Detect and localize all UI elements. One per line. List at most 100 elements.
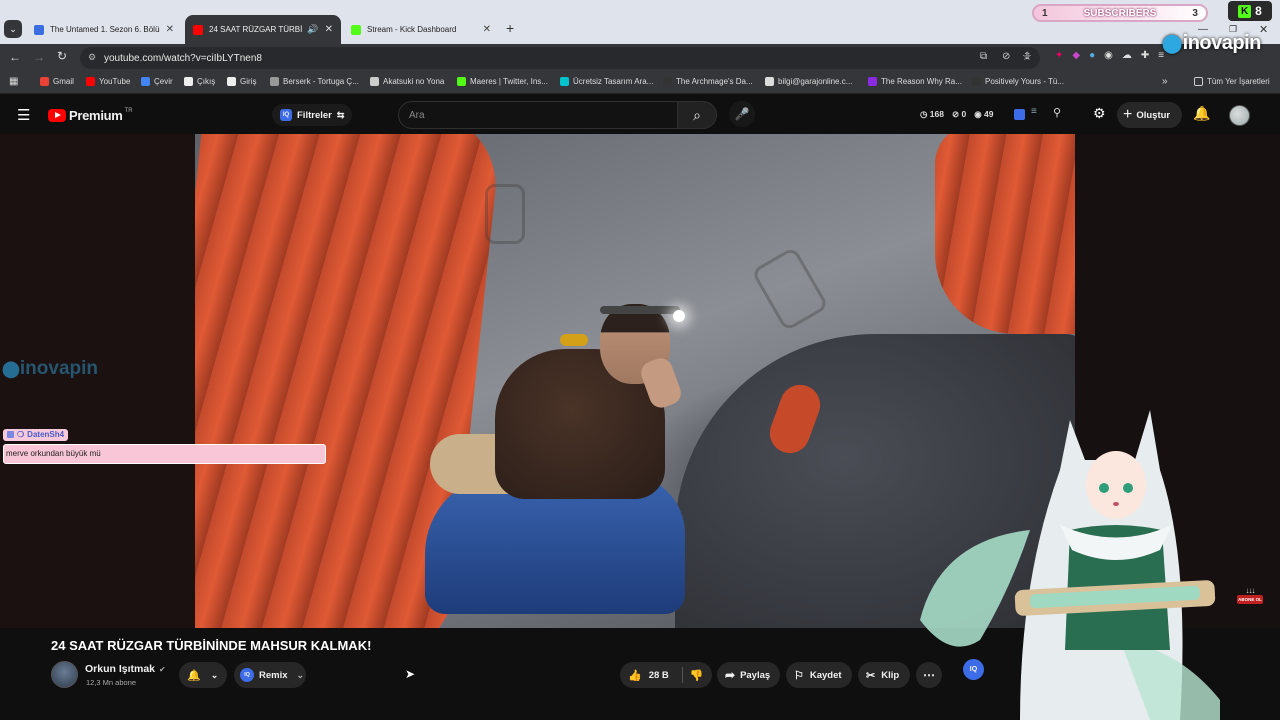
bookmark-item[interactable]: Çıkış [184,77,215,86]
address-bar[interactable]: ⚙ youtube.com/watch?v=ciIbLYTnen8 ⧉ ⊘ ⇪ [80,47,1040,69]
mic-icon[interactable]: 🎤 [729,101,755,127]
url-text: youtube.com/watch?v=ciIbLYTnen8 [104,52,262,64]
bookmarks-bar: ▦ Gmail YouTube Çevir Çıkış Giriş Berserk - T… [0,72,1280,94]
tab-video-active[interactable]: 24 SAAT RÜZGAR TÜRBİNİNDE 🔊 ✕ [185,15,341,44]
bookmark-favicon-icon [40,77,49,86]
country-code: TR [124,107,133,114]
hamburger-menu-icon[interactable]: ☰ [17,106,30,124]
save-button[interactable]: ⚐ Kaydet [786,662,852,688]
bookmark-item[interactable]: bilgi@garajonline.c... [765,77,852,86]
mouse-cursor-icon: ➤ [405,667,416,681]
channel-name[interactable]: Orkun Işıtmak [85,663,155,675]
inovapin-text: inovapin [1182,32,1262,54]
puzzle-icon[interactable]: ✚ [1141,50,1149,61]
extension-icon[interactable]: ◉ [1104,50,1113,61]
bookmark-item[interactable]: The Reason Why Ra... [868,77,962,86]
chat-message-text: merve orkundan büyük mü [6,449,101,458]
settings-gear-icon[interactable]: ⚙ [1093,105,1106,122]
apps-grid-icon[interactable]: ▦ [9,76,18,87]
chevron-down-icon: ⌄ [296,669,305,680]
vtuber-eye [1099,483,1109,493]
tab-kick-dashboard[interactable]: Stream - Kick Dashboard ✕ [343,15,499,44]
vtuber-tail [920,530,1030,647]
subscribers-label: SUBSCRIBERS [1083,7,1157,19]
bell-icon: 🔔 [187,669,201,682]
remix-button[interactable]: IQ Remix ⌄ [234,662,306,688]
extension-icon[interactable]: ✦ [1055,50,1063,61]
subscriber-count: 12,3 Mn abone [86,678,137,687]
youtube-premium-logo[interactable]: Premium TR [48,108,133,123]
forward-icon[interactable]: → [33,50,45,64]
vtuber-face [1086,451,1146,519]
clip-button[interactable]: ✂ Klip [858,662,910,688]
bookmark-item[interactable]: Akatsuki no Yona [370,77,444,86]
iq-icon[interactable] [1014,109,1025,120]
hide-eye-icon[interactable]: ⊘ [1002,51,1010,62]
bookmark-item[interactable]: The Archmage's Da... [663,77,753,86]
search-button[interactable]: ⌕ [677,101,717,129]
bookmark-item[interactable]: Giriş [227,77,256,86]
tent-logo [750,246,830,332]
notifications-bell-icon[interactable]: 🔔 [1193,105,1210,122]
down-arrows-icon: ↓↓↓ [1245,586,1256,595]
subscribe-badge-text: ABONE OL [1237,595,1263,604]
all-bookmarks-folder[interactable]: Tüm Yer İşaretleri [1194,77,1270,86]
bookmark-label: bilgi@garajonline.c... [778,77,853,86]
close-icon[interactable]: ✕ [483,24,491,35]
share-button[interactable]: ➦ Paylaş [717,662,780,688]
speaker-icon[interactable]: 🔊 [307,24,318,35]
tab-list-button[interactable]: ⌄ [4,20,22,38]
bookmark-favicon-icon [765,77,774,86]
vtuber-avatar [920,410,1220,720]
bookmark-label: The Archmage's Da... [676,77,753,86]
bookmark-item[interactable]: Ücretsiz Tasarım Ara... [560,77,653,86]
browser-tab-bar: ⌄ The Untamed 1. Sezon 6. Bölüm ✕ 24 SAA… [0,0,1280,44]
bookmark-label: The Reason Why Ra... [881,77,962,86]
inovapin-watermark: ⬤ inovapin [2,358,98,380]
remix-label: Remix [259,669,288,681]
thumbs-down-icon[interactable]: 👎 [690,669,704,682]
inovapin-pin-icon: ⬤ [2,361,20,378]
subscribed-bell-button[interactable]: 🔔 ⌄ [179,662,227,688]
bookmark-label: Çıkış [197,77,216,86]
channel-name-row[interactable]: Orkun Işıtmak ✔ [85,663,166,675]
like-button[interactable]: 👍 28 B 👎 [620,662,712,688]
verified-icon: ✔ [159,664,166,674]
bookmark-item[interactable]: YouTube [86,77,130,86]
bookmark-icon: ⚐ [794,669,804,682]
close-icon[interactable]: ✕ [325,24,333,35]
bookmark-star-icon[interactable]: ☆ [1022,50,1032,63]
create-button[interactable]: + Oluştur [1117,102,1183,128]
sliders-icon: ⇆ [336,109,345,120]
more-bookmarks-icon[interactable]: » [1162,76,1168,87]
install-icon[interactable]: ⧉ [980,51,987,62]
ambient-left: ⬤ inovapin [0,134,195,628]
pin-icon[interactable]: ⚲ [1053,106,1061,119]
filters-button[interactable]: IQ Filtreler ⇆ [272,104,353,126]
channel-avatar[interactable] [51,661,78,688]
bookmark-item[interactable]: Maeres | Twitter, Ins... [457,77,548,86]
tent-logo [485,184,525,244]
back-icon[interactable]: ← [9,50,21,64]
bookmark-item[interactable]: Çevir [141,77,173,86]
new-tab-button[interactable]: + [506,20,514,36]
list-icon[interactable]: ≡ [1031,106,1037,117]
close-icon[interactable]: ✕ [166,24,174,35]
tab-untamed[interactable]: The Untamed 1. Sezon 6. Bölüm ✕ [26,15,182,44]
reload-icon[interactable]: ↻ [57,49,67,63]
extension-icon[interactable]: ☁ [1122,50,1132,61]
bookmark-label: YouTube [99,77,131,86]
bookmark-favicon-icon [184,77,193,86]
bookmark-item[interactable]: Berserk - Tortuga Ç... [270,77,359,86]
extension-icon[interactable]: ● [1089,50,1095,61]
search-input[interactable]: Ara [398,101,678,129]
bookmark-item[interactable]: Positively Yours - Tü... [972,77,1064,86]
headlamp-light [673,310,685,322]
avatar[interactable] [1229,105,1250,126]
bookmark-label: Gmail [53,77,74,86]
extension-icon[interactable]: ◆ [1072,50,1080,61]
site-info-icon[interactable]: ⚙ [88,52,96,63]
kick-viewers-badge: K 8 [1228,1,1272,21]
clip-label: Klip [881,669,900,681]
bookmark-item[interactable]: Gmail [40,77,74,86]
